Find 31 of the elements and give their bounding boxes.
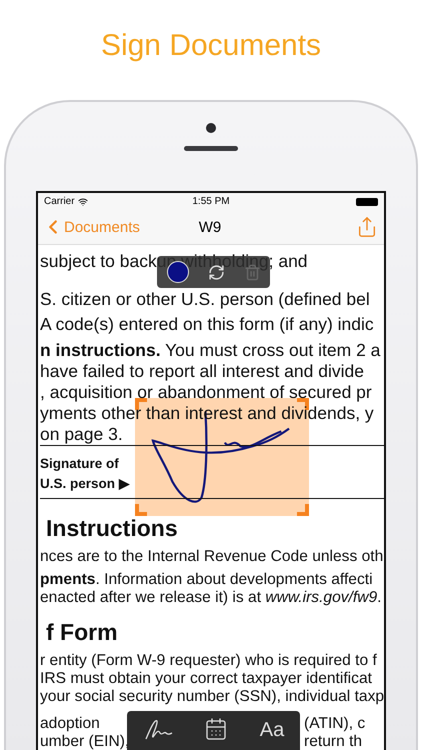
document-text: A code(s) entered on this form (if any) indic xyxy=(40,314,374,335)
speaker-icon xyxy=(184,146,238,151)
headline: Sign Documents xyxy=(100,29,322,63)
document-text: (ATIN), c xyxy=(304,715,366,733)
document-text: r entity (Form W-9 requester) who is required to f xyxy=(40,652,377,670)
status-time: 1:55 PM xyxy=(192,196,230,207)
document-text: IRS must obtain your correct taxpayer identificat xyxy=(40,670,372,688)
document-text: your social security number (SSN), individual taxp xyxy=(40,688,384,706)
carrier-label: Carrier xyxy=(44,196,75,207)
document-text: on page 3. xyxy=(40,424,123,445)
camera-icon xyxy=(206,123,216,133)
text-tool-button[interactable]: Aa xyxy=(260,717,284,743)
wifi-icon xyxy=(78,196,88,206)
document-text: enacted after we release it) is at www.irs.gov/fw9. xyxy=(40,589,382,607)
section-heading: Instructions xyxy=(46,514,178,542)
document-text: adoption xyxy=(40,715,100,733)
document-text: have failed to report all interest and divide xyxy=(40,361,364,382)
signature-icon[interactable] xyxy=(142,717,173,741)
section-heading: f Form xyxy=(46,618,118,646)
document-text: n instructions. You must cross out item 2 a xyxy=(40,340,380,361)
document-text: , acquisition or abandonment of secured pr xyxy=(40,382,372,403)
document-text: S. citizen or other U.S. person (defined bel xyxy=(40,289,370,310)
battery-icon xyxy=(356,198,378,206)
document-text: return th xyxy=(304,733,362,750)
document-text: pments. Information about developments affecti xyxy=(40,571,373,589)
document-text: nces are to the Internal Revenue Code unless oth xyxy=(40,548,384,566)
signature-field: Signature of U.S. person ▶ xyxy=(40,445,384,499)
calendar-icon[interactable] xyxy=(204,717,228,741)
document-text: umber (EIN), xyxy=(40,733,130,750)
document-text: yments other than interest and dividends, y xyxy=(40,403,374,424)
nav-title: W9 xyxy=(198,218,222,236)
